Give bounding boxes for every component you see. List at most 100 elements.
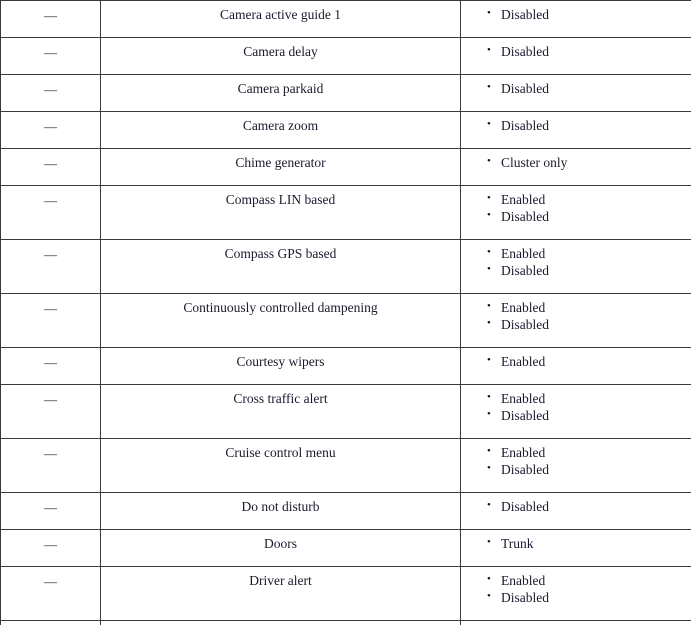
feature-name-text: Courtesy wipers [236,354,325,369]
marker-text: — [44,247,57,262]
marker-text: — [44,537,57,552]
option-list: Disabled [461,497,691,515]
table-row: — Compass LIN based EnabledDisabled [0,185,691,240]
cell-options: Disabled [460,37,691,75]
option-item: Disabled [487,42,691,60]
cell-options: Cluster only [460,148,691,186]
marker-text: — [44,119,57,134]
cell-feature-name: Compass GPS based [100,239,461,294]
cell-marker: — [0,293,101,348]
cell-marker: — [0,347,101,385]
option-item: Trunk [487,534,691,552]
table-row: — Doors Trunk [0,529,691,567]
options-container: Disabled [461,1,691,23]
table-row: — Compass GPS based EnabledDisabled [0,239,691,294]
cell-feature-name: Doors [100,529,461,567]
options-container: EnabledDisabled [461,385,691,424]
option-item: Enabled [487,389,691,407]
cell-marker: — [0,0,101,38]
table-viewport: — Camera active guide 1 Disabled — Camera de… [0,0,691,625]
cell-marker: — [0,148,101,186]
marker-text: — [44,8,57,23]
cell-marker: — [0,185,101,240]
option-item: Cluster only [487,153,691,171]
option-item: Enabled [487,298,691,316]
option-list: Disabled [461,79,691,97]
feature-name-text: Camera delay [243,44,318,59]
table-row: — Cruise control menu EnabledDisabled [0,438,691,493]
option-item: Disabled [487,5,691,23]
options-container: EnabledDisabled [461,186,691,225]
options-container: Trunk [461,530,691,552]
table-body: — Camera active guide 1 Disabled — Camera de… [0,0,691,625]
cell-marker [0,620,101,625]
feature-name-text: Continuously controlled dampening [183,300,378,315]
table-row [0,620,691,625]
cell-options: Disabled [460,0,691,38]
option-list: Trunk [461,534,691,552]
cell-marker: — [0,529,101,567]
marker-text: — [44,355,57,370]
options-container: Enabled [461,348,691,370]
cell-marker: — [0,384,101,439]
option-item: Enabled [487,352,691,370]
cell-options: EnabledDisabled [460,566,691,621]
marker-text: — [44,45,57,60]
feature-name-text: Chime generator [235,155,326,170]
option-item: Disabled [487,261,691,279]
feature-name-text: Compass GPS based [224,246,337,261]
marker-text: — [44,156,57,171]
cell-options: Disabled [460,492,691,530]
cell-options: Disabled [460,111,691,149]
cell-options: EnabledDisabled [460,293,691,348]
cell-feature-name: Cross traffic alert [100,384,461,439]
option-item: Disabled [487,406,691,424]
cell-options: Disabled [460,74,691,112]
cell-feature-name: Continuously controlled dampening [100,293,461,348]
cell-feature-name: Courtesy wipers [100,347,461,385]
table-row: — Chime generator Cluster only [0,148,691,186]
option-item: Disabled [487,116,691,134]
cell-feature-name: Driver alert [100,566,461,621]
table-row: — Do not disturb Disabled [0,492,691,530]
feature-name-text: Camera zoom [242,118,319,133]
table-row: — Cross traffic alert EnabledDisabled [0,384,691,439]
document-page: — Camera active guide 1 Disabled — Camera de… [0,0,691,625]
cell-marker: — [0,74,101,112]
cell-feature-name: Camera zoom [100,111,461,149]
cell-feature-name: Compass LIN based [100,185,461,240]
option-list: EnabledDisabled [461,244,691,279]
marker-text: — [44,574,57,589]
feature-name-text: Driver alert [249,573,312,588]
feature-name-text: Doors [264,536,297,551]
cell-marker: — [0,111,101,149]
options-container: Disabled [461,493,691,515]
option-item: Enabled [487,244,691,262]
table-row: — Continuously controlled dampening Enable… [0,293,691,348]
options-container: Disabled [461,38,691,60]
option-item: Disabled [487,79,691,97]
option-item: Disabled [487,207,691,225]
cell-options: EnabledDisabled [460,384,691,439]
options-container: Cluster only [461,149,691,171]
cell-feature-name: Camera delay [100,37,461,75]
feature-name-text: Camera active guide 1 [219,7,342,22]
options-container: EnabledDisabled [461,240,691,279]
cell-options: EnabledDisabled [460,239,691,294]
table-row: — Camera active guide 1 Disabled [0,0,691,38]
feature-name-text: Compass LIN based [225,192,336,207]
marker-text: — [44,392,57,407]
cell-options: EnabledDisabled [460,185,691,240]
feature-name-text: Cruise control menu [225,445,336,460]
cell-feature-name: Chime generator [100,148,461,186]
cell-options: Enabled [460,347,691,385]
cell-marker: — [0,37,101,75]
cell-feature-name [100,620,461,625]
option-list: Disabled [461,42,691,60]
cell-feature-name: Do not disturb [100,492,461,530]
cell-feature-name: Cruise control menu [100,438,461,493]
cell-feature-name: Camera active guide 1 [100,0,461,38]
cell-marker: — [0,492,101,530]
table-row: — Camera zoom Disabled [0,111,691,149]
option-item: Enabled [487,443,691,461]
